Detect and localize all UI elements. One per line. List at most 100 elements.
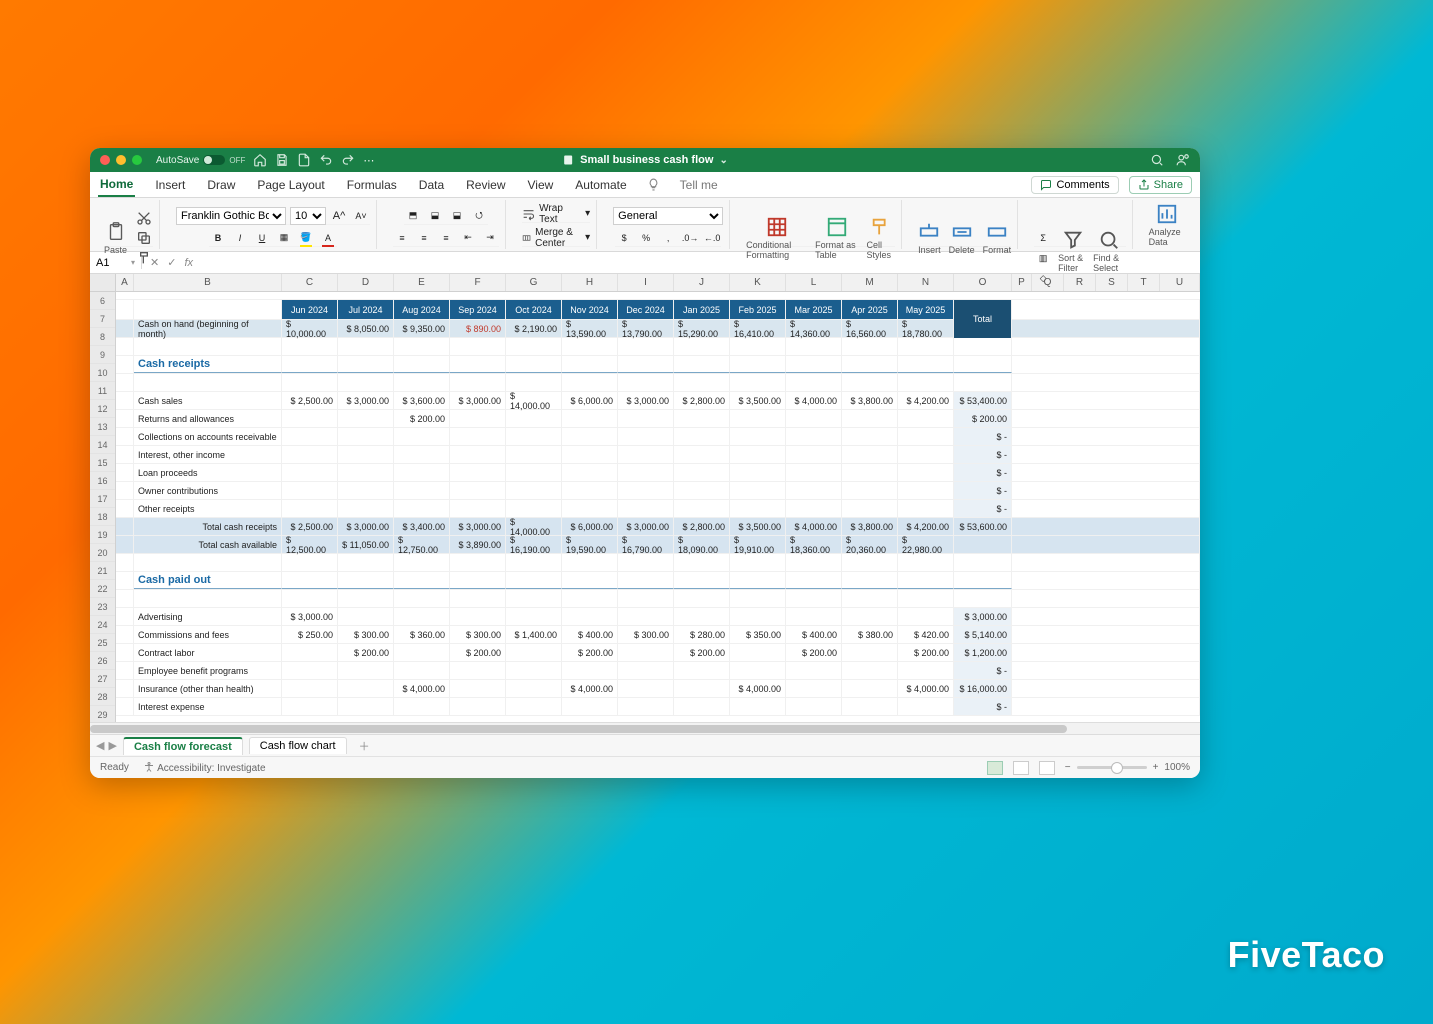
cell[interactable]	[506, 608, 562, 625]
cell[interactable]	[954, 374, 1012, 391]
cell[interactable]	[1012, 572, 1200, 589]
view-page-break-button[interactable]	[1039, 761, 1055, 775]
cell[interactable]	[618, 410, 674, 427]
cell[interactable]: Sep 2024	[450, 300, 506, 319]
maximize-icon[interactable]	[132, 155, 142, 165]
cell[interactable]: $ 3,400.00	[394, 518, 450, 535]
cell[interactable]	[730, 374, 786, 391]
row-header[interactable]: 29	[90, 706, 115, 722]
cell[interactable]: $ 4,000.00	[786, 518, 842, 535]
cell[interactable]: Apr 2025	[842, 300, 898, 319]
cell[interactable]: $ 380.00	[842, 626, 898, 643]
cell[interactable]	[394, 590, 450, 607]
comma-icon[interactable]: ,	[659, 229, 677, 247]
cell[interactable]	[116, 392, 134, 409]
row-header[interactable]: 13	[90, 418, 115, 436]
cell[interactable]	[1012, 300, 1200, 319]
cell[interactable]	[450, 446, 506, 463]
cell[interactable]	[282, 374, 338, 391]
cell[interactable]: Cash sales	[134, 392, 282, 409]
cell[interactable]: $ 18,090.00	[674, 536, 730, 553]
home-quick-icon[interactable]	[253, 153, 267, 167]
cell[interactable]: Total	[954, 300, 1012, 338]
cell[interactable]: $ 3,890.00	[450, 536, 506, 553]
cell[interactable]: $ 4,000.00	[898, 680, 954, 697]
conditional-formatting-button[interactable]: Conditional Formatting	[746, 216, 807, 260]
cell[interactable]	[116, 410, 134, 427]
cell[interactable]	[506, 662, 562, 679]
cell[interactable]	[618, 446, 674, 463]
cell[interactable]	[674, 428, 730, 445]
paste-button[interactable]: Paste	[104, 221, 127, 255]
cell[interactable]	[506, 698, 562, 715]
cell[interactable]: Mar 2025	[786, 300, 842, 319]
cell[interactable]: $ 2,800.00	[674, 518, 730, 535]
cell[interactable]: $ 4,000.00	[730, 680, 786, 697]
align-middle-icon[interactable]: ⬓	[426, 207, 444, 225]
wrap-text-button[interactable]: Wrap Text▾	[522, 205, 590, 223]
bold-button[interactable]: B	[209, 229, 227, 247]
cell[interactable]: $ 4,200.00	[898, 392, 954, 409]
confirm-entry-icon[interactable]: ✓	[167, 256, 176, 269]
row-header[interactable]: 11	[90, 382, 115, 400]
cell[interactable]	[786, 572, 842, 589]
cell[interactable]: Commissions and fees	[134, 626, 282, 643]
cell[interactable]	[786, 590, 842, 607]
cell[interactable]: $ 280.00	[674, 626, 730, 643]
cell[interactable]: $ 20,360.00	[842, 536, 898, 553]
cell[interactable]	[1012, 608, 1200, 625]
col-header[interactable]: U	[1160, 274, 1200, 291]
row-header[interactable]: 19	[90, 526, 115, 544]
cell[interactable]	[338, 680, 394, 697]
cell[interactable]	[394, 428, 450, 445]
cell[interactable]	[898, 428, 954, 445]
cell[interactable]	[1012, 320, 1200, 337]
cell[interactable]	[730, 446, 786, 463]
row-header[interactable]: 22	[90, 580, 115, 598]
cell[interactable]: $ 890.00	[450, 320, 506, 337]
merge-center-button[interactable]: Merge & Center▾	[522, 229, 590, 247]
cell[interactable]	[450, 410, 506, 427]
cell[interactable]	[898, 572, 954, 589]
cell[interactable]: $ 14,360.00	[786, 320, 842, 337]
cell[interactable]	[1012, 680, 1200, 697]
borders-button[interactable]: ▦	[275, 229, 293, 247]
cell[interactable]: $ 3,800.00	[842, 392, 898, 409]
cell[interactable]	[730, 428, 786, 445]
cell[interactable]: $ 3,800.00	[842, 518, 898, 535]
cell[interactable]	[282, 680, 338, 697]
cell[interactable]	[1012, 500, 1200, 517]
cell[interactable]: $ 350.00	[730, 626, 786, 643]
cell[interactable]: Jan 2025	[674, 300, 730, 319]
cell[interactable]	[618, 338, 674, 355]
cell[interactable]	[116, 338, 134, 355]
increase-font-icon[interactable]: A^	[330, 207, 348, 225]
percent-icon[interactable]: %	[637, 229, 655, 247]
fill-color-button[interactable]: 🪣	[297, 229, 315, 247]
function-icon[interactable]: fx	[184, 257, 193, 269]
cell[interactable]: $ 2,500.00	[282, 392, 338, 409]
row-header[interactable]: 7	[90, 310, 115, 328]
cell[interactable]	[842, 428, 898, 445]
cell[interactable]	[954, 338, 1012, 355]
cell[interactable]	[842, 698, 898, 715]
minimize-icon[interactable]	[116, 155, 126, 165]
cell[interactable]	[282, 482, 338, 499]
cell[interactable]: Oct 2024	[506, 300, 562, 319]
cell[interactable]	[562, 464, 618, 481]
col-header[interactable]: M	[842, 274, 898, 291]
cell[interactable]	[338, 338, 394, 355]
row-header[interactable]: 24	[90, 616, 115, 634]
cell[interactable]	[506, 590, 562, 607]
align-center-icon[interactable]: ≡	[415, 229, 433, 247]
cell[interactable]	[506, 500, 562, 517]
analyze-data-button[interactable]: Analyze Data	[1149, 203, 1186, 247]
cell[interactable]: $ 12,500.00	[282, 536, 338, 553]
cell[interactable]	[282, 590, 338, 607]
cell[interactable]	[562, 590, 618, 607]
cell[interactable]	[116, 698, 134, 715]
cell[interactable]	[618, 374, 674, 391]
cell[interactable]: $ -	[954, 698, 1012, 715]
cancel-entry-icon[interactable]: ✕	[150, 256, 159, 269]
cell[interactable]	[1012, 644, 1200, 661]
